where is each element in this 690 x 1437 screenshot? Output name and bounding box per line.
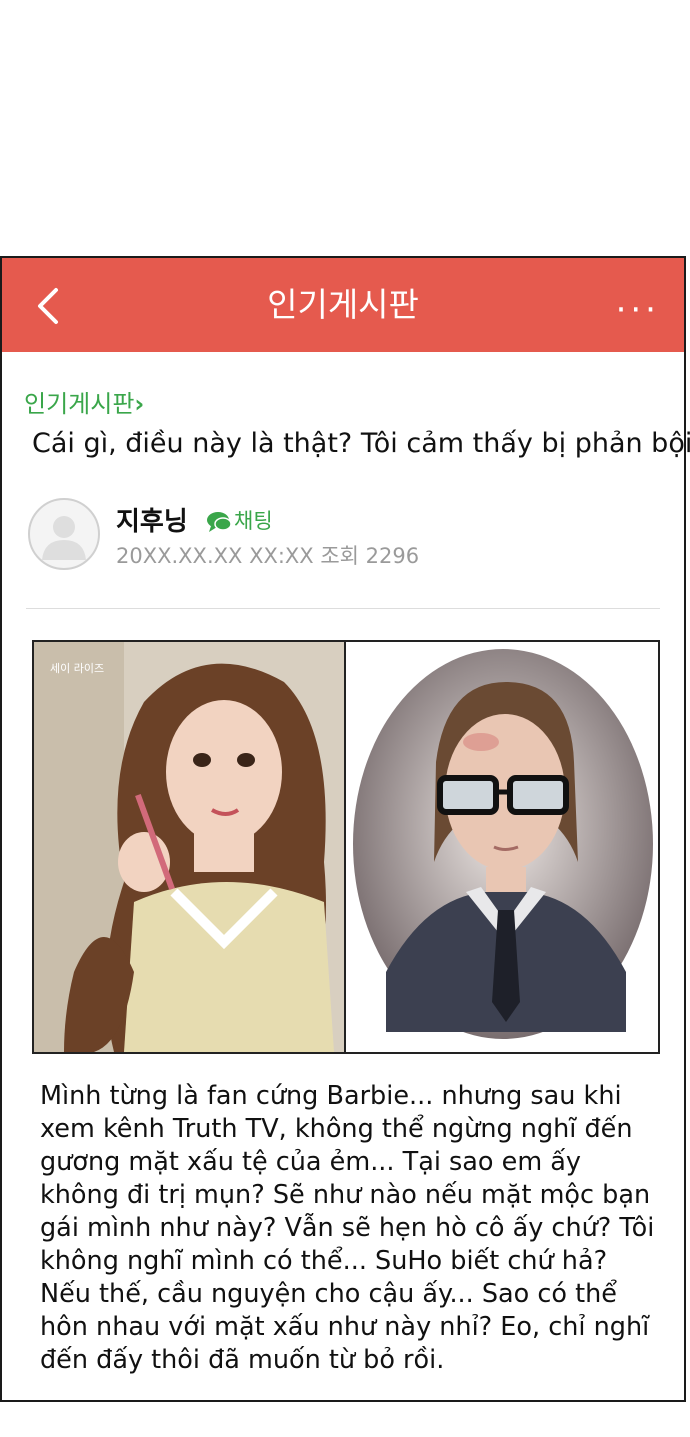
illustration-after xyxy=(346,642,658,1052)
chevron-right-icon: › xyxy=(134,390,145,418)
page-title: 인기게시판 xyxy=(267,285,419,324)
avatar[interactable] xyxy=(28,498,100,570)
app-window: 인기게시판 ··· 인기게시판› Cái gì, điều này là thậ… xyxy=(0,256,690,1402)
top-bar: 인기게시판 ··· xyxy=(2,258,684,352)
bare-face-illustration xyxy=(353,649,653,1039)
user-silhouette-icon xyxy=(42,516,86,560)
post-image[interactable]: 세이 라이즈 xyxy=(32,640,660,1054)
post-title: Cái gì, điều này là thật? Tôi cảm thấy b… xyxy=(32,428,690,459)
chat-bubble-icon xyxy=(207,512,232,532)
breadcrumb[interactable]: 인기게시판› xyxy=(24,384,144,419)
post-body: Mình từng là fan cứng Barbie... nhưng sa… xyxy=(40,1081,655,1375)
chat-button[interactable]: 채팅 xyxy=(206,505,273,535)
watermark-text: 세이 라이즈 xyxy=(50,662,104,675)
divider xyxy=(26,608,660,609)
chat-label: 채팅 xyxy=(234,509,273,533)
post-meta: 20XX.XX.XX XX:XX 조회 2296 xyxy=(116,544,420,568)
breadcrumb-label: 인기게시판 xyxy=(24,390,135,418)
more-options-button[interactable]: ··· xyxy=(616,290,660,330)
author-name[interactable]: 지후닝 xyxy=(116,501,188,538)
illustration-before: 세이 라이즈 xyxy=(34,642,346,1052)
girl-illustration: 세이 라이즈 xyxy=(34,642,344,1052)
